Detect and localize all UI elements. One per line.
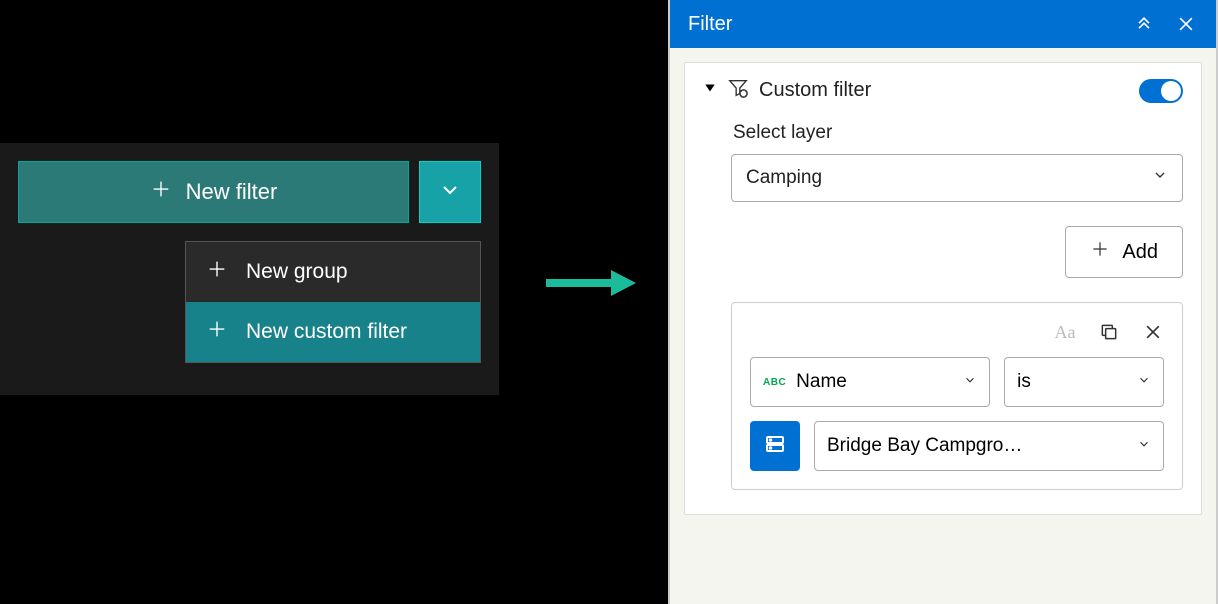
custom-filter-section: Custom filter Select layer Camping — [684, 62, 1202, 515]
menu-label: New custom filter — [246, 320, 407, 344]
filter-panel-header: Filter — [670, 0, 1216, 48]
layer-select[interactable]: Camping — [731, 154, 1183, 202]
new-filter-button[interactable]: New filter — [18, 161, 409, 223]
add-label: Add — [1122, 241, 1158, 264]
expand-triangle-icon[interactable] — [703, 81, 717, 100]
filter-panel: Filter Custom filter — [668, 0, 1218, 604]
value-source-button[interactable] — [750, 421, 800, 471]
remove-condition-icon[interactable] — [1142, 321, 1164, 343]
custom-filter-header: Custom filter — [703, 77, 1183, 104]
duplicate-icon[interactable] — [1098, 321, 1120, 343]
chevron-down-icon — [1137, 371, 1151, 393]
filter-value: Bridge Bay Campgro… — [827, 435, 1137, 457]
new-filter-dropdown-toggle[interactable] — [419, 161, 481, 223]
filter-panel-body: Custom filter Select layer Camping — [670, 48, 1216, 529]
data-source-icon — [763, 432, 787, 461]
chevron-down-icon — [1152, 167, 1168, 189]
close-icon[interactable] — [1174, 12, 1198, 36]
menu-item-new-group[interactable]: New group — [186, 242, 480, 302]
filter-condition: Aa ABC Name — [731, 302, 1183, 490]
plus-icon — [206, 258, 228, 286]
value-select[interactable]: Bridge Bay Campgro… — [814, 421, 1164, 471]
collapse-icon[interactable] — [1132, 12, 1156, 36]
menu-item-new-custom-filter[interactable]: New custom filter — [186, 302, 480, 362]
filter-settings-icon — [727, 77, 749, 104]
custom-filter-toggle[interactable] — [1139, 79, 1183, 103]
new-filter-dropdown-menu: New group New custom filter — [185, 241, 481, 363]
select-layer-label: Select layer — [733, 122, 1183, 144]
chevron-down-icon — [1137, 435, 1151, 457]
condition-field-operator-row: ABC Name is — [750, 357, 1164, 407]
plus-icon — [150, 178, 172, 206]
custom-filter-title: Custom filter — [759, 79, 1129, 102]
add-condition-row: Add — [731, 226, 1183, 278]
add-condition-button[interactable]: Add — [1065, 226, 1183, 278]
condition-value-row: Bridge Bay Campgro… — [750, 421, 1164, 471]
new-filter-label: New filter — [186, 179, 278, 205]
arrow-right-icon — [546, 268, 636, 303]
field-select[interactable]: ABC Name — [750, 357, 990, 407]
layer-value: Camping — [746, 167, 822, 189]
plus-icon — [1090, 239, 1110, 265]
chevron-down-icon — [963, 371, 977, 393]
filter-panel-title: Filter — [688, 13, 1114, 36]
field-type-badge: ABC — [763, 377, 786, 388]
operator-value: is — [1017, 371, 1137, 393]
chevron-down-icon — [438, 178, 462, 207]
new-filter-toolbar: New filter — [18, 161, 481, 223]
builder-new-filter-card: New filter New group New custom filter — [0, 143, 499, 395]
operator-select[interactable]: is — [1004, 357, 1164, 407]
condition-actions: Aa — [750, 321, 1164, 343]
field-name: Name — [796, 371, 963, 393]
plus-icon — [206, 318, 228, 346]
case-sensitive-icon[interactable]: Aa — [1054, 321, 1076, 343]
toggle-knob — [1161, 81, 1181, 101]
menu-label: New group — [246, 260, 348, 284]
